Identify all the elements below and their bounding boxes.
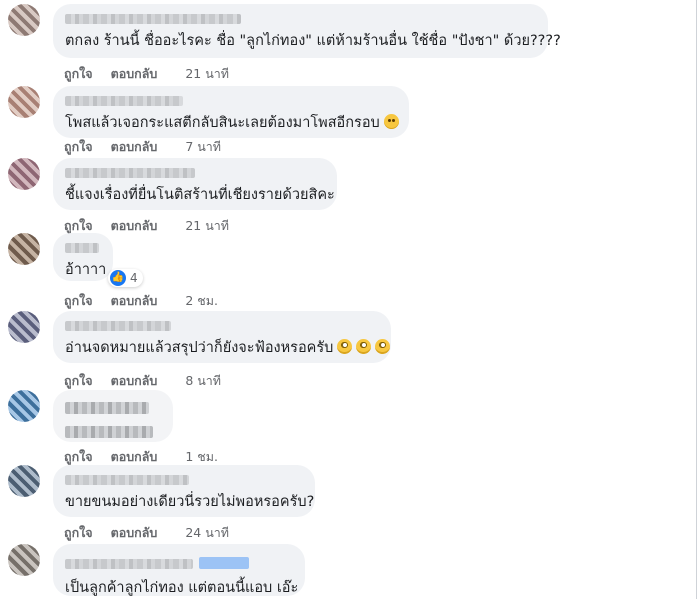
- avatar[interactable]: [8, 390, 40, 422]
- comment-bubble: โพสแล้วเจอกระแสตีกลับสินะเลยต้องมาโพสอีก…: [53, 86, 409, 138]
- like-button[interactable]: ถูกใจ: [64, 523, 93, 543]
- comment-bubble: ชี้แจงเรื่องที่ยื่นโนติสร้านที่เชียงรายด…: [53, 158, 337, 210]
- comment-text: เป็นลูกค้าลูกไก่ทอง แต่ตอนนี้แอบ เอ๊ะ: [65, 580, 299, 596]
- comment-bubble: [53, 390, 173, 442]
- like-button[interactable]: ถูกใจ: [64, 64, 93, 84]
- author-name-blurred[interactable]: [65, 243, 99, 253]
- reaction-pill[interactable]: 👍 4: [108, 268, 143, 287]
- reaction-count: 4: [130, 270, 138, 285]
- comment-text: โพสแล้วเจอกระแสตีกลับสินะเลยต้องมาโพสอีก…: [65, 115, 380, 131]
- comment-actions: ถูกใจ ตอบกลับ 21 นาที: [64, 64, 247, 84]
- like-button[interactable]: ถูกใจ: [64, 137, 93, 157]
- blurred-name: [65, 402, 149, 414]
- comment-text: อ้าาาา: [65, 262, 107, 278]
- right-divider: [696, 0, 697, 599]
- like-button[interactable]: ถูกใจ: [64, 371, 93, 391]
- face-with-rolling-eyes-icon: [375, 339, 391, 354]
- comment-bubble: อ่านจดหมายแล้วสรุปว่าก็ยังจะฟ้องหรอครับ: [53, 311, 391, 363]
- timestamp[interactable]: 2 ชม.: [185, 291, 218, 311]
- comment-actions: ถูกใจ ตอบกลับ 7 นาที: [64, 137, 239, 157]
- avatar[interactable]: [8, 465, 40, 497]
- comment-text: ตกลง ร้านนี้ ชื่ออะไรคะ ชื่อ "ลูกไก่ทอง"…: [65, 33, 561, 49]
- comment-bubble: ขายขนมอย่างเดียวนี่รวยไม่พอหรอครับ?: [53, 465, 315, 517]
- face-with-rolling-eyes-icon: [337, 339, 353, 354]
- author-row: [65, 552, 293, 571]
- reply-button[interactable]: ตอบกลับ: [111, 447, 158, 467]
- face-with-rolling-eyes-icon: [356, 339, 372, 354]
- like-icon: 👍: [110, 269, 126, 286]
- reply-button[interactable]: ตอบกลับ: [111, 371, 158, 391]
- reaction-summary[interactable]: 👍 4: [104, 267, 143, 287]
- comment-actions: ถูกใจ ตอบกลับ 24 นาที: [64, 523, 247, 543]
- author-name-blurred[interactable]: [65, 321, 171, 331]
- author-name-blurred[interactable]: [65, 558, 193, 569]
- avatar[interactable]: [8, 4, 40, 36]
- comment-actions: ถูกใจ ตอบกลับ 2 ชม.: [64, 291, 236, 311]
- blurred-text: [65, 426, 153, 438]
- timestamp[interactable]: 8 นาที: [185, 371, 221, 391]
- like-button[interactable]: ถูกใจ: [64, 447, 93, 467]
- timestamp[interactable]: 21 นาที: [185, 216, 229, 236]
- timestamp[interactable]: 7 นาที: [185, 137, 221, 157]
- reply-button[interactable]: ตอบกลับ: [111, 137, 158, 157]
- avatar[interactable]: [8, 233, 40, 265]
- reply-button[interactable]: ตอบกลับ: [111, 523, 158, 543]
- reply-button[interactable]: ตอบกลับ: [111, 64, 158, 84]
- author-name-blurred[interactable]: [65, 168, 195, 178]
- avatar[interactable]: [8, 86, 40, 118]
- comment-text-row: อ่านจดหมายแล้วสรุปว่าก็ยังจะฟ้องหรอครับ: [65, 339, 391, 357]
- comment-actions: ถูกใจ ตอบกลับ 1 ชม.: [64, 447, 236, 467]
- author-badge[interactable]: [199, 556, 249, 569]
- author-name-blurred[interactable]: [65, 475, 189, 485]
- reply-button[interactable]: ตอบกลับ: [111, 291, 158, 311]
- comment-bubble: ตกลง ร้านนี้ ชื่ออะไรคะ ชื่อ "ลูกไก่ทอง"…: [53, 4, 561, 58]
- timestamp[interactable]: 24 นาที: [185, 523, 229, 543]
- avatar[interactable]: [8, 311, 40, 343]
- avatar[interactable]: [8, 158, 40, 190]
- author-name-blurred[interactable]: [65, 96, 183, 106]
- comment-text: ชี้แจงเรื่องที่ยื่นโนติสร้านที่เชียงรายด…: [65, 187, 335, 203]
- reply-button[interactable]: ตอบกลับ: [111, 216, 158, 236]
- comment-actions: ถูกใจ ตอบกลับ 8 นาที: [64, 371, 239, 391]
- comment-bubble: เป็นลูกค้าลูกไก่ทอง แต่ตอนนี้แอบ เอ๊ะ: [53, 544, 305, 596]
- comment-text: ขายขนมอย่างเดียวนี่รวยไม่พอหรอครับ?: [65, 494, 315, 510]
- avatar[interactable]: [8, 544, 40, 576]
- comment-text: อ่านจดหมายแล้วสรุปว่าก็ยังจะฟ้องหรอครับ: [65, 340, 334, 356]
- timestamp[interactable]: 1 ชม.: [185, 447, 218, 467]
- like-button[interactable]: ถูกใจ: [64, 291, 93, 311]
- comment-text-row: โพสแล้วเจอกระแสตีกลับสินะเลยต้องมาโพสอีก…: [65, 114, 399, 132]
- slightly-smiling-face-icon: [383, 114, 399, 129]
- timestamp[interactable]: 21 นาที: [185, 64, 229, 84]
- author-name-blurred[interactable]: [65, 14, 241, 24]
